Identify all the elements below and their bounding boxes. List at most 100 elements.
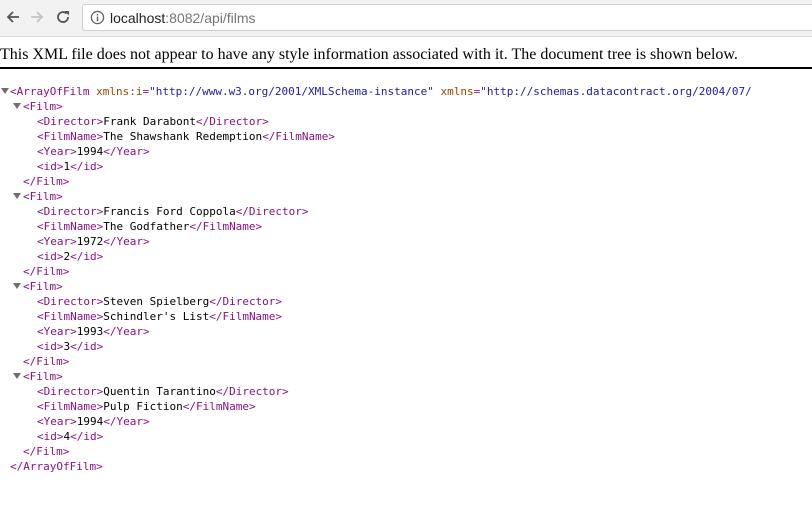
field-close-tag: </Year> xyxy=(103,325,150,338)
forward-arrow-icon xyxy=(31,11,44,23)
xml-field-line: <Director>Francis Ford Coppola</Director… xyxy=(37,204,309,219)
field-value-filmname: The Godfather xyxy=(103,220,190,233)
field-open-tag: <id> xyxy=(37,250,64,263)
xml-field-line: <id>4</id> xyxy=(37,429,103,444)
xml-field-line: <id>1</id> xyxy=(37,159,103,174)
collapse-toggle-icon[interactable] xyxy=(13,193,21,199)
field-open-tag: <Year> xyxy=(37,325,77,338)
field-value-filmname: Pulp Fiction xyxy=(103,400,183,413)
reload-icon xyxy=(57,11,69,23)
field-open-tag: <FilmName> xyxy=(37,130,104,143)
xml-field-line: <FilmName>Schindler's List</FilmName> xyxy=(37,309,282,324)
film-close-line: </Film> xyxy=(23,444,69,459)
field-close-tag: </Director> xyxy=(235,205,309,218)
xml-tree: <ArrayOfFilm xmlns:i="http://www.w3.org/… xyxy=(0,84,812,484)
film-close-line: </Film> xyxy=(23,354,69,369)
info-icon[interactable] xyxy=(90,10,105,25)
reload-button[interactable] xyxy=(52,6,74,28)
field-value-year: 1994 xyxy=(76,145,104,158)
field-close-tag: </Director> xyxy=(215,385,289,398)
field-close-tag: </Year> xyxy=(103,415,150,428)
film-open-line: <Film> xyxy=(23,369,63,384)
film-close-tag: </Film> xyxy=(23,175,70,188)
field-value-year: 1994 xyxy=(76,415,104,428)
back-arrow-icon xyxy=(6,11,19,23)
field-close-tag: </Director> xyxy=(195,115,269,128)
attribute-name: xmlns:i xyxy=(96,85,143,98)
url-text: localhost:8082/api/films xyxy=(110,9,256,27)
field-close-tag: </Year> xyxy=(103,145,150,158)
xml-viewer-message: This XML file does not appear to have an… xyxy=(0,46,738,63)
field-open-tag: <id> xyxy=(37,160,64,173)
field-open-tag: <FilmName> xyxy=(37,310,104,323)
field-close-tag: </Year> xyxy=(103,235,150,248)
film-close-tag: </Film> xyxy=(23,445,70,458)
xml-field-line: <Year>1994</Year> xyxy=(37,414,150,429)
field-open-tag: <Year> xyxy=(37,145,77,158)
field-close-tag: </FilmName> xyxy=(189,220,263,233)
film-open-line: <Film> xyxy=(23,189,63,204)
field-open-tag: <id> xyxy=(37,430,64,443)
root-open-tag: <ArrayOfFilm xyxy=(10,85,90,98)
xml-field-line: <Director>Steven Spielberg</Director> xyxy=(37,294,282,309)
field-value-director: Steven Spielberg xyxy=(103,295,210,308)
film-close-tag: </Film> xyxy=(23,265,70,278)
collapse-toggle-icon[interactable] xyxy=(13,373,21,379)
field-close-tag: </FilmName> xyxy=(209,310,283,323)
collapse-toggle-icon[interactable] xyxy=(13,103,21,109)
xml-field-line: <Director>Frank Darabont</Director> xyxy=(37,114,269,129)
xml-field-line: <FilmName>The Shawshank Redemption</Film… xyxy=(37,129,335,144)
field-close-tag: </Director> xyxy=(209,295,283,308)
field-close-tag: </id> xyxy=(70,250,104,263)
xml-field-line: <FilmName>The Godfather</FilmName> xyxy=(37,219,262,234)
collapse-toggle-icon[interactable] xyxy=(1,88,9,94)
film-close-tag: </Film> xyxy=(23,355,70,368)
attribute-value: "http://schemas.datacontract.org/2004/07… xyxy=(480,85,752,98)
xml-field-line: <Year>1972</Year> xyxy=(37,234,150,249)
field-close-tag: </FilmName> xyxy=(262,130,336,143)
collapse-toggle-icon[interactable] xyxy=(13,283,21,289)
xml-field-line: <Year>1993</Year> xyxy=(37,324,150,339)
field-open-tag: <FilmName> xyxy=(37,220,104,233)
field-value-director: Frank Darabont xyxy=(103,115,196,128)
field-open-tag: <Year> xyxy=(37,415,77,428)
back-button[interactable] xyxy=(2,6,24,28)
field-open-tag: <Director> xyxy=(37,295,104,308)
field-value-director: Francis Ford Coppola xyxy=(103,205,236,218)
film-open-tag: <Film> xyxy=(23,190,63,203)
field-open-tag: <id> xyxy=(37,340,64,353)
field-open-tag: <Director> xyxy=(37,385,104,398)
field-value-year: 1993 xyxy=(76,325,104,338)
root-close-tag: </ArrayOfFilm> xyxy=(10,460,103,473)
film-open-tag: <Film> xyxy=(23,280,63,293)
field-open-tag: <Director> xyxy=(37,205,104,218)
forward-button[interactable] xyxy=(26,6,48,28)
field-close-tag: </id> xyxy=(70,340,104,353)
url-host: localhost xyxy=(110,10,166,26)
field-open-tag: <Year> xyxy=(37,235,77,248)
field-value-filmname: Schindler's List xyxy=(103,310,210,323)
xml-viewer-header: This XML file does not appear to have an… xyxy=(0,37,812,69)
film-open-line: <Film> xyxy=(23,99,63,114)
xml-root-line: <ArrayOfFilm xmlns:i="http://www.w3.org/… xyxy=(10,84,752,99)
film-close-line: </Film> xyxy=(23,174,69,189)
field-value-filmname: The Shawshank Redemption xyxy=(103,130,263,143)
xml-field-line: <id>2</id> xyxy=(37,249,103,264)
field-value-director: Quentin Tarantino xyxy=(103,385,216,398)
xml-field-line: <Year>1994</Year> xyxy=(37,144,150,159)
browser-toolbar: localhost:8082/api/films xyxy=(0,0,812,37)
xml-root-close-line: </ArrayOfFilm> xyxy=(10,459,103,474)
field-value-year: 1972 xyxy=(76,235,104,248)
film-open-tag: <Film> xyxy=(23,100,63,113)
film-open-line: <Film> xyxy=(23,279,63,294)
field-close-tag: </id> xyxy=(70,160,104,173)
xml-field-line: <FilmName>Pulp Fiction</FilmName> xyxy=(37,399,256,414)
field-open-tag: <FilmName> xyxy=(37,400,104,413)
xml-field-line: <Director>Quentin Tarantino</Director> xyxy=(37,384,289,399)
film-open-tag: <Film> xyxy=(23,370,63,383)
attribute-value: "http://www.w3.org/2001/XMLSchema-instan… xyxy=(149,85,434,98)
address-bar[interactable]: localhost:8082/api/films xyxy=(82,4,812,31)
attribute-name: xmlns xyxy=(440,85,474,98)
film-close-line: </Film> xyxy=(23,264,69,279)
